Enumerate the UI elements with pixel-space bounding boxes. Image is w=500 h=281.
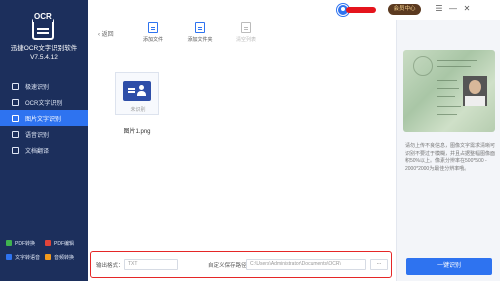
- app-logo-text: OCR: [33, 12, 53, 22]
- tool-text-to-speech[interactable]: 文字转语音: [6, 254, 45, 261]
- pdf-convert-icon: [6, 240, 12, 246]
- text-to-speech-icon: [6, 254, 12, 260]
- sidebar-item-label: OCR文字识别: [25, 100, 63, 107]
- tool-label: 文字转语音: [15, 254, 41, 261]
- add-folder-label: 添加文件夹: [187, 37, 213, 43]
- chevron-left-icon: ‹: [98, 32, 100, 38]
- minimize-icon[interactable]: —: [448, 3, 458, 15]
- file-name: 图片1.png: [123, 129, 151, 135]
- sidebar-nav: 极速识别 OCR文字识别 图片文字识别 语音识别 文档翻译: [0, 78, 88, 158]
- sidebar-item-label: 文档翻译: [25, 148, 50, 155]
- tool-links: PDF转换 PDF编辑 文字转语音 音频转换: [6, 236, 86, 264]
- toolbar: ‹ 返回 添加文件 添加文件夹 清空列表: [88, 20, 396, 50]
- output-format-label: 输出格式：: [96, 263, 124, 269]
- clear-list-button[interactable]: 清空列表: [226, 22, 266, 43]
- sidebar-item-ocr[interactable]: OCR文字识别: [0, 94, 88, 110]
- image-file-icon: [123, 81, 151, 101]
- username-redacted: [346, 7, 376, 13]
- app-version: V7.5.4.12: [30, 54, 58, 61]
- file-status: 未识别: [130, 107, 146, 113]
- pdf-edit-icon: [45, 240, 51, 246]
- add-folder-icon: [195, 22, 205, 33]
- translate-icon: [12, 146, 19, 154]
- sidebar: OCR 迅捷OCR文字识别软件 V7.5.4.12 极速识别 OCR文字识别 图…: [0, 0, 88, 281]
- add-file-button[interactable]: 添加文件: [133, 22, 173, 43]
- sidebar-item-label: 极速识别: [25, 84, 50, 91]
- tool-pdf-edit[interactable]: PDF编辑: [45, 240, 84, 247]
- sidebar-item-label: 语音识别: [25, 132, 50, 139]
- tool-audio-convert[interactable]: 音频转换: [45, 254, 84, 261]
- output-format-select[interactable]: TXT: [124, 259, 178, 270]
- output-settings: 输出格式： TXT 自定义保存路径： C:\Users\Administrato…: [90, 251, 392, 278]
- app-name: 迅捷OCR文字识别软件: [10, 45, 78, 52]
- audio-convert-icon: [45, 254, 51, 260]
- back-button[interactable]: ‹ 返回: [98, 29, 114, 38]
- tool-label: PDF编辑: [54, 240, 75, 247]
- app-logo: OCR: [32, 12, 54, 40]
- ocr-icon: [12, 98, 19, 106]
- start-ocr-button[interactable]: 一键识别: [406, 258, 492, 275]
- back-label: 返回: [101, 32, 114, 38]
- title-bar: 会员中心 ☰ — ✕: [88, 0, 500, 20]
- add-file-label: 添加文件: [142, 37, 163, 43]
- trash-icon: [241, 22, 251, 33]
- add-file-icon: [148, 22, 158, 33]
- tool-label: PDF转换: [15, 240, 36, 247]
- file-list-area: 未识别 图片1.png: [88, 50, 396, 250]
- sidebar-item-label: 图片文字识别: [25, 116, 62, 123]
- preview-image: [403, 50, 495, 132]
- tool-label: 音频转换: [54, 254, 75, 261]
- menu-icon[interactable]: ☰: [434, 3, 444, 15]
- save-path-field[interactable]: C:\Users\Administrator\Documents\OCR\: [246, 259, 366, 270]
- file-thumbnail[interactable]: 未识别: [115, 72, 159, 115]
- sidebar-item-image-ocr[interactable]: 图片文字识别: [0, 110, 88, 126]
- microphone-icon: [12, 130, 19, 138]
- portrait-photo: [463, 76, 487, 106]
- tool-pdf-convert[interactable]: PDF转换: [6, 240, 45, 247]
- sidebar-item-fast-ocr[interactable]: 极速识别: [0, 78, 88, 94]
- fast-ocr-icon: [12, 82, 19, 90]
- clear-list-label: 清空列表: [235, 37, 256, 43]
- sidebar-item-translate[interactable]: 文档翻译: [0, 142, 88, 158]
- close-icon[interactable]: ✕: [462, 3, 472, 15]
- add-folder-button[interactable]: 添加文件夹: [180, 22, 220, 43]
- upload-tip: 请勿上传不良信息，图像文字需求清晰可识别不要过于模糊，并且占据整幅图像面积50%…: [405, 143, 496, 172]
- preview-panel: 请勿上传不良信息，图像文字需求清晰可识别不要过于模糊，并且占据整幅图像面积50%…: [396, 20, 500, 281]
- browse-button[interactable]: ...: [370, 259, 388, 270]
- image-icon: [12, 114, 19, 122]
- sidebar-item-voice[interactable]: 语音识别: [0, 126, 88, 142]
- vip-center-button[interactable]: 会员中心: [388, 4, 421, 15]
